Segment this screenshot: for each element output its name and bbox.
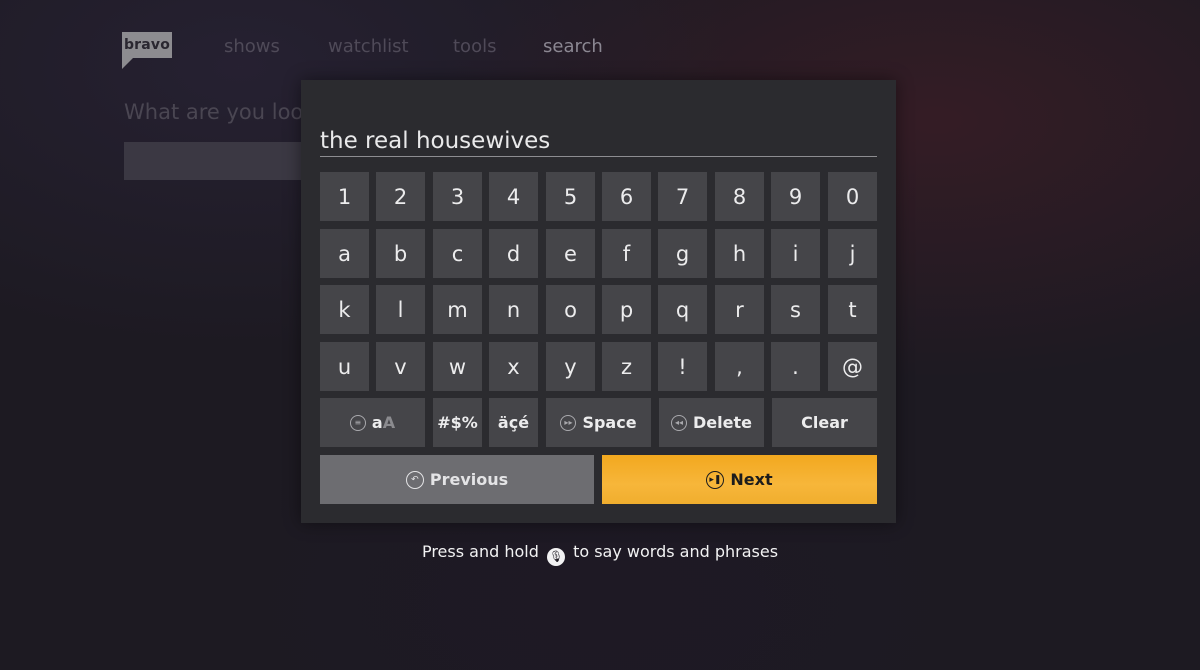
key-7[interactable]: 7 xyxy=(658,172,707,221)
fast-forward-icon: ▸▸ xyxy=(560,414,577,431)
accents-key[interactable]: äçé xyxy=(489,398,538,447)
key-9[interactable]: 9 xyxy=(771,172,820,221)
action-row: ↶ Previous ▸❚ Next xyxy=(320,455,877,504)
key-6[interactable]: 6 xyxy=(602,172,651,221)
key-e[interactable]: e xyxy=(546,229,595,278)
key-a[interactable]: a xyxy=(320,229,369,278)
symbols-key-label: #$% xyxy=(437,413,478,432)
key-n[interactable]: n xyxy=(489,285,538,334)
key-j[interactable]: j xyxy=(828,229,877,278)
keyboard-panel: the real housewives 1234567890 abcdefghi… xyxy=(301,80,896,523)
previous-button-label: Previous xyxy=(429,470,509,489)
hint-text-after: to say words and phrases xyxy=(573,542,779,561)
clear-key-label: Clear xyxy=(801,413,848,432)
key-3[interactable]: 3 xyxy=(433,172,482,221)
accents-key-label: äçé xyxy=(497,413,530,432)
case-lower-label: a xyxy=(371,413,383,432)
key-1[interactable]: 1 xyxy=(320,172,369,221)
key-comma[interactable]: , xyxy=(715,342,764,391)
clear-key[interactable]: Clear xyxy=(772,398,877,447)
key-t[interactable]: t xyxy=(828,285,877,334)
back-icon: ↶ xyxy=(405,470,424,489)
key-h[interactable]: h xyxy=(715,229,764,278)
case-upper-label: A xyxy=(382,413,396,432)
space-key[interactable]: ▸▸ Space xyxy=(546,398,651,447)
key-z[interactable]: z xyxy=(602,342,651,391)
key-at[interactable]: @ xyxy=(828,342,877,391)
key-v[interactable]: v xyxy=(376,342,425,391)
search-prompt: What are you look xyxy=(124,100,316,124)
rewind-icon: ◂◂ xyxy=(671,414,688,431)
key-l[interactable]: l xyxy=(376,285,425,334)
key-w[interactable]: w xyxy=(433,342,482,391)
key-b[interactable]: b xyxy=(376,229,425,278)
key-i[interactable]: i xyxy=(771,229,820,278)
key-k[interactable]: k xyxy=(320,285,369,334)
key-p[interactable]: p xyxy=(602,285,651,334)
key-c[interactable]: c xyxy=(433,229,482,278)
voice-hint: Press and hold 🎙 to say words and phrase… xyxy=(0,542,1200,566)
key-s[interactable]: s xyxy=(771,285,820,334)
search-input[interactable]: the real housewives xyxy=(320,124,877,157)
key-q[interactable]: q xyxy=(658,285,707,334)
key-y[interactable]: y xyxy=(546,342,595,391)
hint-text-before: Press and hold xyxy=(421,542,539,561)
key-0[interactable]: 0 xyxy=(828,172,877,221)
logo-tail xyxy=(122,58,133,69)
key-d[interactable]: d xyxy=(489,229,538,278)
key-period[interactable]: . xyxy=(771,342,820,391)
nav-search[interactable]: search xyxy=(543,36,603,57)
key-m[interactable]: m xyxy=(433,285,482,334)
symbols-key[interactable]: #$% xyxy=(433,398,482,447)
key-f[interactable]: f xyxy=(602,229,651,278)
key-r[interactable]: r xyxy=(715,285,764,334)
nav-watchlist[interactable]: watchlist xyxy=(328,36,409,57)
key-5[interactable]: 5 xyxy=(546,172,595,221)
delete-key-label: Delete xyxy=(693,413,752,432)
case-toggle-key[interactable]: ≡ aA xyxy=(320,398,425,447)
key-row-functions: ≡ aA #$% äçé ▸▸ Space ◂◂ Delete Clear xyxy=(320,398,877,447)
bravo-logo: bravo xyxy=(122,32,172,58)
key-4[interactable]: 4 xyxy=(489,172,538,221)
play-pause-icon: ▸❚ xyxy=(706,470,725,489)
search-query-text: the real housewives xyxy=(320,128,551,154)
key-8[interactable]: 8 xyxy=(715,172,764,221)
next-button[interactable]: ▸❚ Next xyxy=(602,455,877,504)
key-g[interactable]: g xyxy=(658,229,707,278)
key-exclamation[interactable]: ! xyxy=(658,342,707,391)
menu-icon: ≡ xyxy=(349,414,366,431)
background-search-field xyxy=(124,142,304,180)
previous-button[interactable]: ↶ Previous xyxy=(320,455,594,504)
nav-shows[interactable]: shows xyxy=(224,36,280,57)
key-x[interactable]: x xyxy=(489,342,538,391)
key-u[interactable]: u xyxy=(320,342,369,391)
key-o[interactable]: o xyxy=(546,285,595,334)
nav-tools[interactable]: tools xyxy=(453,36,496,57)
next-button-label: Next xyxy=(730,470,773,489)
space-key-label: Space xyxy=(582,413,637,432)
key-2[interactable]: 2 xyxy=(376,172,425,221)
microphone-icon: 🎙 xyxy=(546,547,565,566)
delete-key[interactable]: ◂◂ Delete xyxy=(659,398,764,447)
